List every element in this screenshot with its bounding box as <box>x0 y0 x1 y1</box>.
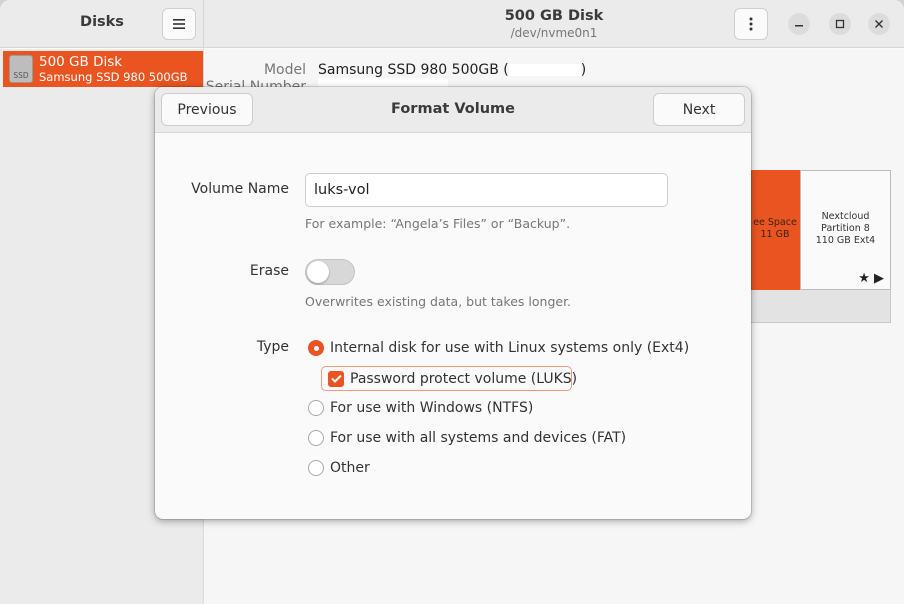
model-value-text: Samsung SSD 980 500GB ( <box>318 62 509 78</box>
type-option-label: Other <box>330 460 370 476</box>
radio-unselected-icon[interactable] <box>308 460 324 476</box>
radio-selected-icon[interactable] <box>308 340 324 356</box>
ssd-icon: SSD <box>9 55 33 83</box>
type-option-ntfs[interactable]: For use with Windows (NTFS) <box>308 398 533 418</box>
luks-label: Password protect volume (LUKS) <box>350 370 578 387</box>
volume-map: ee Space 11 GB Nextcloud Partition 8 110… <box>750 170 892 324</box>
star-icon: ★ <box>858 271 870 286</box>
redacted-serial <box>508 64 581 76</box>
free-space-segment[interactable]: ee Space 11 GB <box>750 170 800 290</box>
type-option-label: For use with Windows (NTFS) <box>330 400 534 416</box>
free-space-label: ee Space <box>753 217 797 228</box>
minimize-button[interactable] <box>788 13 810 35</box>
sidebar-header: Disks <box>0 0 204 48</box>
erase-label: Erase <box>249 263 289 279</box>
disk-model: Samsung SSD 980 500GB <box>39 69 188 84</box>
kebab-menu-icon <box>749 17 753 31</box>
type-option-label: Internal disk for use with Linux systems… <box>330 340 690 356</box>
close-button[interactable] <box>868 13 890 35</box>
sidebar-item-disk[interactable]: SSD 500 GB Disk Samsung SSD 980 500GB <box>3 51 203 87</box>
model-label: Model <box>263 62 306 78</box>
type-option-label: For use with all systems and devices (FA… <box>330 430 627 446</box>
model-value-close: ) <box>580 62 587 78</box>
erase-toggle[interactable] <box>305 259 355 285</box>
type-label: Type <box>256 339 289 355</box>
volume-name-label: Volume Name <box>191 181 289 197</box>
radio-unselected-icon[interactable] <box>308 400 324 416</box>
volume-map-bar <box>750 290 891 323</box>
luks-checkbox-row[interactable]: Password protect volume (LUKS) <box>321 366 577 391</box>
close-icon <box>875 20 883 28</box>
drive-options-button[interactable] <box>734 8 768 40</box>
hamburger-icon <box>173 19 185 29</box>
header-bar: 500 GB Disk /dev/nvme0n1 <box>204 0 904 48</box>
radio-unselected-icon[interactable] <box>308 430 324 446</box>
partition-segment-nextcloud[interactable]: Nextcloud Partition 8 110 GB Ext4 ★ ▶ <box>800 170 891 290</box>
free-space-size: 11 GB <box>760 229 790 240</box>
partition-name: Nextcloud <box>821 211 870 222</box>
checkbox-checked-icon[interactable] <box>328 370 344 387</box>
volume-name-input[interactable]: luks-vol <box>305 173 668 207</box>
format-volume-dialog: Previous Format Volume Next Volume Name … <box>155 87 751 519</box>
type-option-fat[interactable]: For use with all systems and devices (FA… <box>308 428 626 448</box>
next-button[interactable]: Next <box>653 93 745 126</box>
model-value: Samsung SSD 980 500GB () <box>318 62 586 78</box>
disk-name: 500 GB Disk <box>39 53 123 70</box>
dialog-header: Previous Format Volume Next <box>155 87 751 133</box>
type-option-other[interactable]: Other <box>308 458 370 478</box>
type-option-ext4[interactable]: Internal disk for use with Linux systems… <box>308 338 689 358</box>
minimize-icon <box>795 25 803 27</box>
maximize-button[interactable] <box>829 13 851 35</box>
maximize-icon <box>835 19 845 29</box>
erase-hint: Overwrites existing data, but takes long… <box>305 294 572 309</box>
toggle-knob <box>307 261 329 283</box>
volume-name-hint: For example: “Angela’s Files” or “Backup… <box>305 216 571 231</box>
partition-size: 110 GB Ext4 <box>815 235 876 246</box>
partition-number: Partition 8 <box>821 223 870 234</box>
main-menu-button[interactable] <box>162 8 196 40</box>
play-icon: ▶ <box>874 271 884 286</box>
